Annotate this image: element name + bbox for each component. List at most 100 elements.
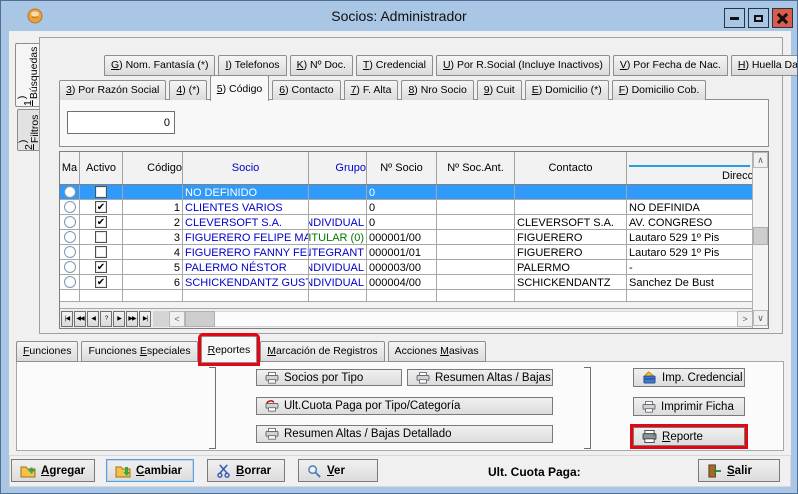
column-header-6[interactable]: Nº Soc.Ant. xyxy=(437,152,515,184)
cell-contacto xyxy=(515,185,627,199)
hscroll-thumb[interactable] xyxy=(185,311,215,327)
search-tab-7[interactable]: 7) F. Alta xyxy=(344,80,399,100)
printer-red-icon xyxy=(265,400,279,412)
search-tabs-row2: 3) Por Razón Social4) (*)5) Código6) Con… xyxy=(59,75,706,100)
titlebar[interactable]: Socios: Administrador xyxy=(1,1,797,31)
cell-socio: CLIENTES VARIOS xyxy=(183,200,309,214)
maximize-button[interactable] xyxy=(748,8,769,28)
search-tab-U[interactable]: U) Por R.Social (Incluye Inactivos) xyxy=(436,55,610,76)
column-header-1[interactable]: Activo xyxy=(80,152,123,184)
bottom-tab-funciones[interactable]: Funciones xyxy=(16,341,78,362)
row-radio[interactable] xyxy=(64,231,76,243)
table-row[interactable]: ✔6SCHICKENDANTZ GUSTAVINDIVIDUAL000004/0… xyxy=(60,275,752,290)
search-tab-6[interactable]: 6) Contacto xyxy=(272,80,340,100)
column-header-7[interactable]: Contacto xyxy=(515,152,627,184)
vscroll-down-button[interactable]: ∨ xyxy=(753,310,768,326)
minimize-button[interactable] xyxy=(724,8,745,28)
cell-nro-socio: 000004/00 xyxy=(367,275,437,289)
row-radio[interactable] xyxy=(64,261,76,273)
nav-prev-page-button[interactable]: ◀◀ xyxy=(74,311,86,327)
hscroll-right-button[interactable]: > xyxy=(737,311,753,327)
activo-checkbox[interactable]: ✔ xyxy=(95,261,107,273)
search-tab-F[interactable]: F) Domicilio Cob. xyxy=(612,80,707,100)
close-button[interactable] xyxy=(772,8,793,28)
vscroll-thumb[interactable] xyxy=(753,227,768,245)
activo-checkbox[interactable]: ✔ xyxy=(95,216,107,228)
table-row[interactable]: ✔5PALERMO NÉSTORINDIVIDUAL000003/00PALER… xyxy=(60,260,752,275)
table-row[interactable]: ✔2CLEVERSOFT S.A.INDIVIDUAL0CLEVERSOFT S… xyxy=(60,215,752,230)
table-row[interactable]: 3FIGUERERO FELIPE MANUETITULAR (0)000001… xyxy=(60,230,752,245)
column-header-5[interactable]: Nº Socio xyxy=(367,152,437,184)
hscroll-track[interactable] xyxy=(215,311,737,327)
cell-direccion: - xyxy=(627,260,752,274)
search-tab-9[interactable]: 9) Cuit xyxy=(477,80,522,100)
search-tab-3[interactable]: 3) Por Razón Social xyxy=(59,80,166,100)
search-tab-8[interactable]: 8) Nro Socio xyxy=(401,80,473,100)
nav-next-button[interactable]: ▶ xyxy=(113,311,125,327)
cell-direccion: AV. CONGRESO xyxy=(627,215,752,229)
bottom-tab-reportes[interactable]: Reportes xyxy=(201,336,258,363)
salir-button[interactable]: Salir xyxy=(698,459,780,482)
borrar-button[interactable]: Borrar xyxy=(207,459,285,482)
side-tab-2[interactable]: 2) Filtros xyxy=(17,109,39,151)
bottom-tab-funciones-especiales[interactable]: Funciones Especiales xyxy=(81,341,197,362)
grid-vscrollbar[interactable]: ∧ ∨ xyxy=(752,152,768,328)
row-radio[interactable] xyxy=(64,216,76,228)
nav-first-button[interactable]: |◀ xyxy=(61,311,73,327)
search-tab-E[interactable]: E) Domicilio (*) xyxy=(525,80,609,100)
cell-direccion: Lautaro 529 1º Pis xyxy=(627,245,752,259)
row-radio[interactable] xyxy=(64,276,76,288)
cell-contacto: SCHICKENDANTZ xyxy=(515,275,627,289)
search-tab-5[interactable]: 5) Código xyxy=(210,75,270,101)
cell-socio: NO DEFINIDO xyxy=(183,185,309,199)
vscroll-up-button[interactable]: ∧ xyxy=(753,152,768,168)
search-tab-G[interactable]: G) Nom. Fantasía (*) xyxy=(104,55,215,76)
search-tab-4[interactable]: 4) (*) xyxy=(169,80,206,100)
imp-credencial-button[interactable]: Imp. Credencial xyxy=(633,368,745,387)
activo-checkbox[interactable]: ✔ xyxy=(95,201,107,213)
table-row[interactable]: NO DEFINIDO0 xyxy=(60,185,752,200)
group-separator-right xyxy=(584,367,591,449)
resumen-altas-bajas-detallado-button[interactable]: Resumen Altas / Bajas Detallado xyxy=(256,425,553,443)
row-radio[interactable] xyxy=(64,186,76,198)
table-row[interactable]: 4FIGUERERO FANNY FERRAINTEGRANT000001/01… xyxy=(60,245,752,260)
socios-por-tipo-button[interactable]: Socios por Tipo xyxy=(256,369,402,386)
column-header-4[interactable]: Grupo xyxy=(309,152,367,184)
cambiar-button[interactable]: Cambiar xyxy=(106,459,194,482)
resumen-altas-bajas-button[interactable]: Resumen Altas / Bajas xyxy=(407,369,553,386)
column-header-3[interactable]: Socio xyxy=(183,152,309,184)
agregar-button[interactable]: Agregar xyxy=(11,459,95,482)
column-header-0[interactable]: Ma xyxy=(60,152,80,184)
search-tab-H[interactable]: H) Huella Dactilar xyxy=(731,55,798,76)
table-row[interactable]: ✔1CLIENTES VARIOS0NO DEFINIDA xyxy=(60,200,752,215)
search-tab-K[interactable]: K) Nº Doc. xyxy=(290,55,353,76)
cell-grupo: INDIVIDUAL xyxy=(309,215,367,229)
ver-button[interactable]: Ver xyxy=(298,459,378,482)
activo-checkbox[interactable] xyxy=(95,231,107,243)
imprimir-ficha-button[interactable]: Imprimir Ficha xyxy=(633,397,745,416)
reporte-button[interactable]: Reporte xyxy=(633,427,745,446)
codigo-search-input[interactable] xyxy=(67,111,175,134)
group-separator-left xyxy=(209,367,216,449)
bottom-tab-acciones-masivas[interactable]: Acciones Masivas xyxy=(388,341,486,362)
nav-last-button[interactable]: ▶| xyxy=(139,311,151,327)
activo-checkbox[interactable] xyxy=(95,186,107,198)
nav-next-page-button[interactable]: ▶▶ xyxy=(126,311,138,327)
side-tab-1[interactable]: 1) Búsquedas xyxy=(15,43,39,107)
column-header-8[interactable]: Dirección xyxy=(627,152,752,184)
search-tab-T[interactable]: T) Credencial xyxy=(356,55,433,76)
search-tab-V[interactable]: V) Por Fecha de Nac. xyxy=(613,55,728,76)
ult-cuota-paga-tipo-categoria-button[interactable]: Ult.Cuota Paga por Tipo/Categoría xyxy=(256,397,553,415)
nav-prev-button[interactable]: ◀ xyxy=(87,311,99,327)
activo-checkbox[interactable] xyxy=(95,246,107,258)
button-label: Cambiar xyxy=(136,465,182,477)
column-header-2[interactable]: Código xyxy=(123,152,183,184)
hscroll-left-button[interactable]: < xyxy=(169,311,185,327)
activo-checkbox[interactable]: ✔ xyxy=(95,276,107,288)
cell-contacto: FIGUERERO xyxy=(515,245,627,259)
search-tab-I[interactable]: I) Telefonos xyxy=(218,55,286,76)
bottom-tab-marcaci-n-de-registros[interactable]: Marcación de Registros xyxy=(260,341,384,362)
nav-locate-button[interactable]: ? xyxy=(100,311,112,327)
row-radio[interactable] xyxy=(64,201,76,213)
row-radio[interactable] xyxy=(64,246,76,258)
